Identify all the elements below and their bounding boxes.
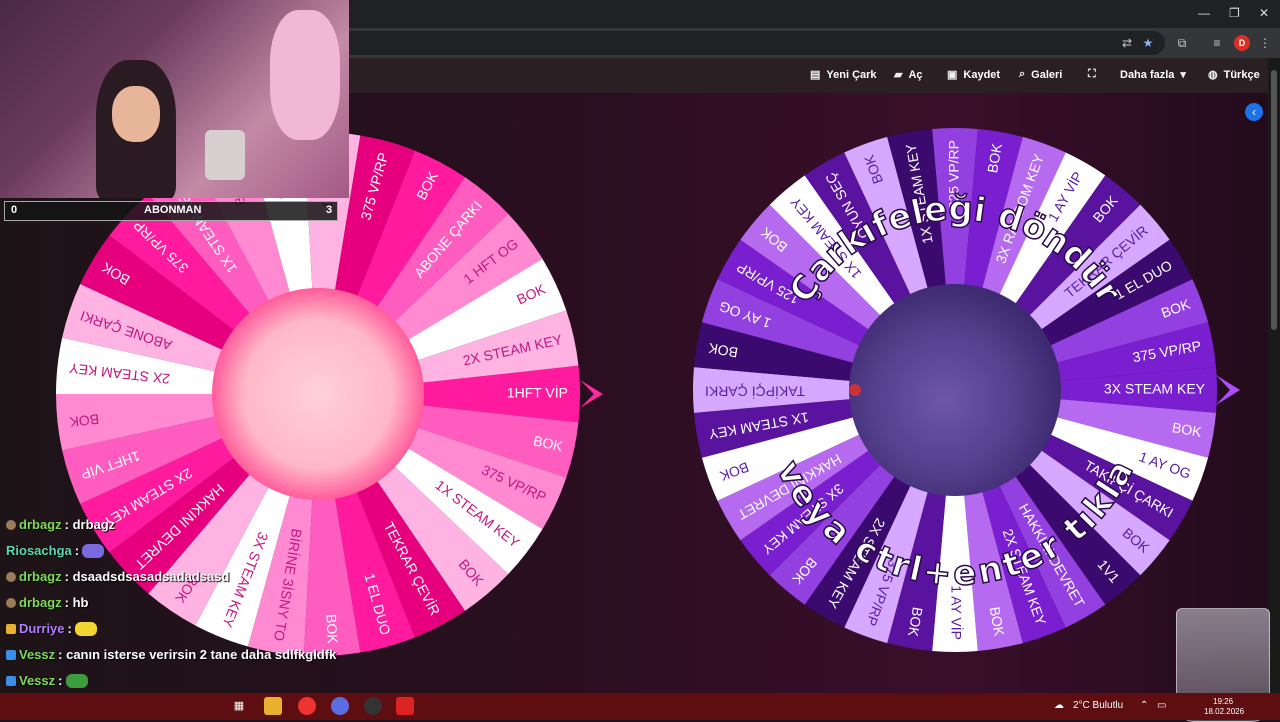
weather-text[interactable]: 2°C Bulutlu: [1073, 700, 1123, 711]
emote-icon: [74, 621, 97, 636]
media-icon[interactable]: ≡: [1209, 35, 1225, 51]
open-button[interactable]: ▰ Aç: [894, 68, 923, 82]
obs-icon[interactable]: [364, 697, 382, 715]
file-explorer-icon[interactable]: [264, 697, 282, 715]
chat-text: :: [67, 621, 72, 636]
sub-goal-bar: 0 ABONMAN 3: [4, 201, 338, 221]
chat-username[interactable]: drbagz: [19, 595, 62, 610]
menu-kebab-icon[interactable]: ⋮: [1257, 35, 1273, 51]
more-label: Daha fazla: [1120, 68, 1175, 81]
collapse-sidebar-button[interactable]: ‹: [1245, 103, 1263, 121]
language-label: Türkçe: [1223, 68, 1260, 81]
globe-icon: ◍: [1208, 69, 1218, 81]
close-button[interactable]: ✕: [1259, 6, 1269, 20]
clock-date[interactable]: 18.02.2026: [1204, 707, 1244, 716]
streamer-face: [112, 86, 160, 142]
translate-icon[interactable]: ⇄: [1119, 35, 1135, 51]
sub-goal-target: 3: [326, 204, 333, 216]
chat-username[interactable]: drbagz: [19, 517, 62, 532]
chat-avatar-icon: [6, 597, 16, 608]
chat-message: drbagz : drbagz: [6, 517, 115, 532]
app-icon[interactable]: [396, 697, 414, 715]
chat-text: : drbagz: [64, 517, 116, 532]
taskbar: ▦ ☁ 2°C Bulutlu ⌃ ▭ 19:26 18.02.2026: [0, 693, 1280, 720]
chat-badge-icon: [6, 623, 16, 634]
save-icon: ▣: [947, 69, 958, 81]
restore-button[interactable]: ❐: [1229, 6, 1240, 20]
folder-icon: ▰: [894, 69, 903, 81]
bookmark-star-icon[interactable]: ★: [1140, 35, 1156, 51]
chat-text: : hb: [64, 595, 89, 610]
left-wheel-segment-label: BOK: [68, 411, 100, 430]
microphone: [205, 130, 245, 180]
webcam-overlay: [0, 0, 349, 198]
left-wheel-segment-label: 1HFT VİP: [507, 384, 568, 401]
new-wheel-button[interactable]: ▤ Yeni Çark: [810, 68, 877, 82]
emote-icon: [65, 673, 88, 688]
new-wheel-label: Yeni Çark: [826, 68, 877, 81]
clock-time[interactable]: 19:26: [1213, 697, 1233, 706]
more-button[interactable]: Daha fazla ▾: [1120, 68, 1186, 82]
chat-message: Vessz : canın isterse verirsin 2 tane da…: [6, 647, 336, 662]
minimize-button[interactable]: —: [1198, 6, 1210, 20]
gallery-label: Galeri: [1031, 68, 1063, 81]
chevron-down-icon: ▾: [1180, 69, 1186, 81]
sub-goal-current: 0: [11, 204, 18, 216]
chat-badge-icon: [6, 675, 16, 686]
search-icon: ⌕: [1019, 68, 1026, 80]
right-wheel[interactable]: 3X STEAM KEYBOK1 AY OGTAKİPÇİ ÇARKIBOK1V…: [690, 127, 1240, 668]
chat-message: Vessz :: [6, 673, 88, 688]
chrome-icon[interactable]: [298, 697, 316, 715]
chat-text: :: [74, 543, 80, 558]
right-wheel-center[interactable]: [849, 284, 1061, 496]
weather-icon: ☁: [1054, 700, 1064, 711]
chat-username[interactable]: Vessz: [19, 673, 55, 688]
extensions-icon[interactable]: ⧉: [1174, 35, 1190, 51]
chat-username[interactable]: Riosachga: [6, 543, 72, 558]
chat-overlay: drbagz : drbagz Riosachga : drbagz : dsaad…: [0, 515, 430, 714]
chat-text: :: [58, 673, 63, 688]
profile-avatar[interactable]: D: [1234, 35, 1250, 51]
chat-text: : canın isterse verirsin 2 tane daha sdl…: [58, 647, 337, 662]
chat-username[interactable]: Vessz: [19, 647, 55, 662]
right-wheel-segment-label: 3X STEAM KEY: [1104, 381, 1206, 397]
network-icon[interactable]: ▭: [1157, 700, 1166, 711]
chat-avatar-icon: [6, 571, 16, 582]
chat-badge-icon: [6, 649, 16, 660]
discord-icon[interactable]: [331, 697, 349, 715]
chat-message: Durriye :: [6, 621, 97, 636]
plush-toy: [270, 10, 340, 140]
fullscreen-button[interactable]: ⛶: [1088, 68, 1096, 81]
emote-icon: [82, 543, 105, 558]
sub-goal-label: ABONMAN: [144, 204, 202, 216]
chat-message: Riosachga :: [6, 543, 105, 558]
address-bar[interactable]: [340, 31, 1165, 55]
document-icon: ▤: [810, 69, 821, 81]
chat-avatar-icon: [6, 519, 16, 530]
center-glow: [849, 384, 861, 396]
scrollbar-thumb[interactable]: [1271, 70, 1277, 330]
tray-chevron-icon[interactable]: ⌃: [1140, 700, 1148, 711]
right-wheel-segment-label: TAKİPÇİ ÇARKI: [705, 383, 805, 400]
scrollbar[interactable]: [1268, 58, 1280, 693]
gallery-button[interactable]: ⌕ Galeri: [1019, 68, 1062, 81]
chat-username[interactable]: Durriye: [19, 621, 65, 636]
language-button[interactable]: ◍ Türkçe: [1208, 68, 1260, 82]
chevron-left-icon: ‹: [1252, 105, 1256, 119]
save-label: Kaydet: [963, 68, 1001, 81]
save-button[interactable]: ▣ Kaydet: [947, 68, 1001, 82]
chat-message: drbagz : dsaadsdsasadsadadsasd: [6, 569, 229, 584]
chat-username[interactable]: drbagz: [19, 569, 62, 584]
fullscreen-icon: ⛶: [1088, 68, 1096, 80]
left-wheel-center[interactable]: [212, 288, 424, 500]
chat-message: drbagz : hb: [6, 595, 88, 610]
chat-text: : dsaadsdsasadsadadsasd: [64, 569, 230, 584]
task-view-icon[interactable]: ▦: [230, 697, 248, 715]
open-label: Aç: [908, 68, 923, 81]
